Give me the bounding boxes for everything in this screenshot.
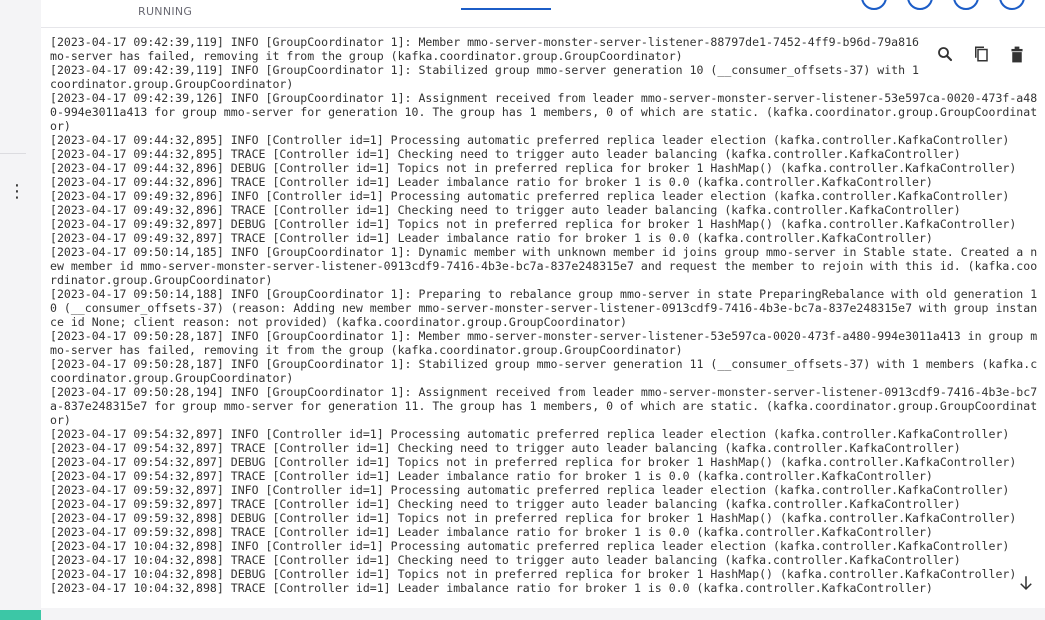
log-line: [2023-04-17 09:59:32,897] INFO [Controll… <box>50 483 1010 497</box>
log-line: [2023-04-17 10:04:32,898] INFO [Controll… <box>50 539 1010 553</box>
log-line: [2023-04-17 09:42:39,126] INFO [GroupCoo… <box>50 91 1038 105</box>
log-line: [2023-04-17 09:54:32,897] INFO [Controll… <box>50 427 1010 441</box>
log-line: [2023-04-17 09:49:32,896] TRACE [Control… <box>50 203 961 217</box>
log-line: [2023-04-17 10:04:32,898] DEBUG [Control… <box>50 567 1017 581</box>
status-indicator-bar <box>0 610 41 620</box>
log-line: ew member id mmo-server-monster-server-l… <box>50 259 1038 273</box>
log-line: [2023-04-17 09:42:39,119] INFO [GroupCoo… <box>50 35 919 49</box>
log-line: a-837e248315e7 for group mmo-server for … <box>50 399 1038 413</box>
log-line: 0-994e3011a413 for group mmo-server for … <box>50 105 1038 119</box>
bottom-status-bar <box>41 608 1045 620</box>
log-line: ce id None; client reason: not provided)… <box>50 315 628 329</box>
scroll-to-bottom-icon[interactable] <box>1017 574 1035 592</box>
log-line: [2023-04-17 09:59:32,898] DEBUG [Control… <box>50 511 1017 525</box>
more-options-icon[interactable]: ⋮ <box>8 180 26 204</box>
log-line: [2023-04-17 09:44:32,896] TRACE [Control… <box>50 175 933 189</box>
log-content: [2023-04-17 09:42:39,119] INFO [GroupCoo… <box>50 35 1045 595</box>
log-line: [2023-04-17 09:50:14,188] INFO [GroupCoo… <box>50 287 1038 301</box>
log-line: or) <box>50 119 71 133</box>
log-line: [2023-04-17 09:49:32,896] INFO [Controll… <box>50 189 1010 203</box>
left-sidebar: ⋮ <box>0 0 42 620</box>
log-line: [2023-04-17 09:54:32,897] TRACE [Control… <box>50 469 933 483</box>
action-button-2[interactable] <box>907 0 933 10</box>
log-line: [2023-04-17 10:04:32,898] TRACE [Control… <box>50 553 961 567</box>
log-line: [2023-04-17 09:59:32,898] TRACE [Control… <box>50 525 933 539</box>
action-button-3[interactable] <box>953 0 979 10</box>
log-line: [2023-04-17 09:59:32,897] TRACE [Control… <box>50 497 961 511</box>
active-tab-indicator <box>461 8 551 10</box>
log-line: coordinator.group.GroupCoordinator) <box>50 77 294 91</box>
log-line: [2023-04-17 09:49:32,897] DEBUG [Control… <box>50 217 1017 231</box>
container-status: RUNNING <box>138 5 193 18</box>
copy-icon[interactable] <box>970 43 992 65</box>
log-line: or) <box>50 413 71 427</box>
log-line: [2023-04-17 09:44:32,895] INFO [Controll… <box>50 133 1010 147</box>
log-line: [2023-04-17 10:04:32,898] TRACE [Control… <box>50 581 933 595</box>
log-line: mo-server has failed, removing it from t… <box>50 343 683 357</box>
log-line: 0 (__consumer_offsets-37) (reason: Addin… <box>50 301 1038 315</box>
container-header: RUNNING <box>41 0 1045 28</box>
log-line: [2023-04-17 09:54:32,897] TRACE [Control… <box>50 441 961 455</box>
log-line: [2023-04-17 09:44:32,895] TRACE [Control… <box>50 147 961 161</box>
log-line: rdinator.group.GroupCoordinator) <box>50 273 273 287</box>
log-line: [2023-04-17 09:50:28,187] INFO [GroupCoo… <box>50 329 1038 343</box>
action-button-1[interactable] <box>861 0 887 10</box>
log-line: [2023-04-17 09:42:39,119] INFO [GroupCoo… <box>50 63 933 77</box>
log-line: [2023-04-17 09:49:32,897] TRACE [Control… <box>50 231 933 245</box>
log-line: [2023-04-17 09:50:28,194] INFO [GroupCoo… <box>50 385 1038 399</box>
log-line: coordinator.group.GroupCoordinator) <box>50 371 294 385</box>
log-line: [2023-04-17 09:54:32,897] DEBUG [Control… <box>50 455 1017 469</box>
search-icon[interactable] <box>934 43 956 65</box>
log-line: mo-server has failed, removing it from t… <box>50 49 683 63</box>
log-viewer[interactable]: [2023-04-17 09:42:39,119] INFO [GroupCoo… <box>41 28 1045 608</box>
log-line: [2023-04-17 09:44:32,896] DEBUG [Control… <box>50 161 1017 175</box>
log-line: [2023-04-17 09:50:14,185] INFO [GroupCoo… <box>50 245 1038 259</box>
trash-icon[interactable] <box>1006 43 1028 65</box>
sidebar-divider <box>0 153 26 154</box>
log-toolbar <box>920 34 1045 74</box>
log-line: [2023-04-17 09:50:28,187] INFO [GroupCoo… <box>50 357 1038 371</box>
action-button-4[interactable] <box>999 0 1025 10</box>
